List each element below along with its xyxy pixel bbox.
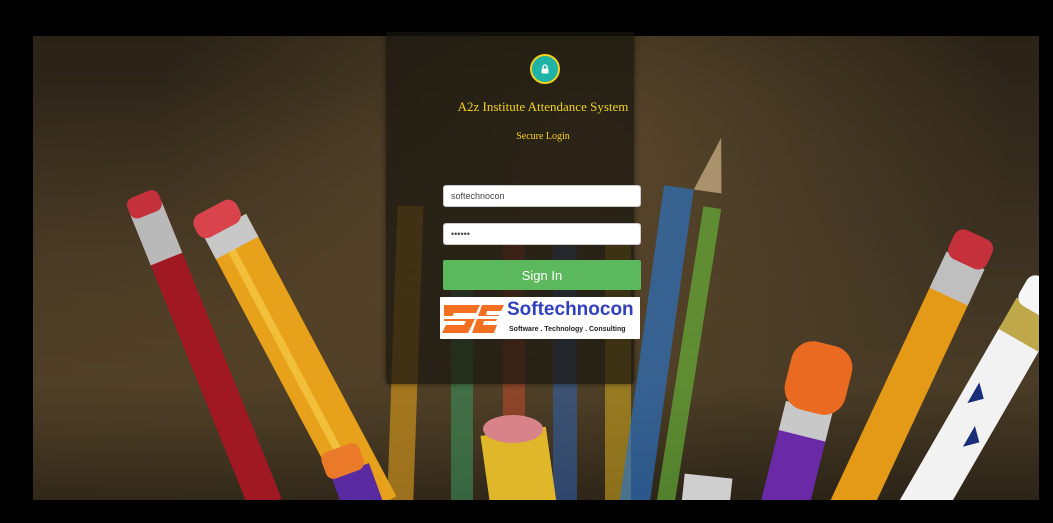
brand-tagline: Software . Technology . Consulting [509,326,626,333]
username-input[interactable] [443,185,641,207]
page-title: A2z Institute Attendance System [457,99,629,114]
lock-badge [530,54,560,84]
sign-in-button[interactable]: Sign In [443,260,641,290]
se-logo-mark-icon [440,305,504,333]
lock-icon [541,64,549,74]
password-input[interactable] [443,223,641,245]
softechnocon-logo: Softechnocon Software . Technology . Con… [440,297,640,339]
brand-name: Softechnocon [507,299,634,320]
page-subtitle: Secure Login [516,131,570,142]
